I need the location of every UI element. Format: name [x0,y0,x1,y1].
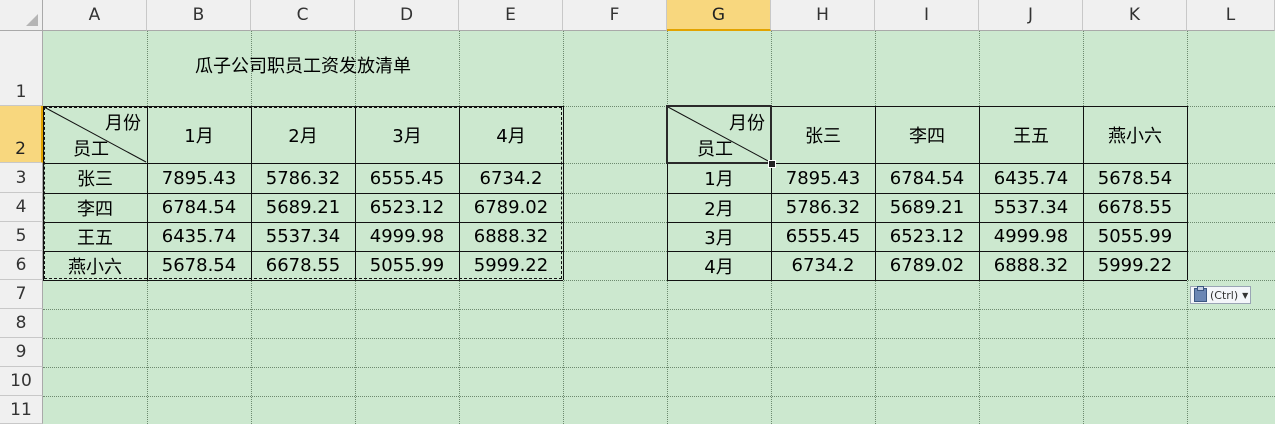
clipboard-icon [1194,286,1207,302]
row-header-2[interactable]: 2 [0,106,43,163]
dropdown-arrow-icon: ▼ [1242,290,1249,300]
column-header-b[interactable]: B [147,0,251,31]
table-border [667,222,1187,223]
right-table-value-cell[interactable]: 6678.55 [1083,193,1187,222]
right-table-value-cell[interactable]: 4999.98 [979,222,1083,251]
table-border [875,106,876,280]
column-header-l[interactable]: L [1187,0,1275,31]
right-table-col-header[interactable]: 燕小六 [1083,106,1187,163]
right-table-col-header[interactable]: 王五 [979,106,1083,163]
column-header-j[interactable]: J [979,0,1083,31]
right-table-value-cell[interactable]: 5678.54 [1083,163,1187,193]
table-border [1187,106,1188,280]
right-table-value-cell[interactable]: 6734.2 [771,251,875,280]
right-table-col-header[interactable]: 李四 [875,106,979,163]
right-table-value-cell[interactable]: 5786.32 [771,193,875,222]
corner-triangle-icon [26,14,38,26]
right-table-value-cell[interactable]: 7895.43 [771,163,875,193]
column-header-a[interactable]: A [43,0,147,31]
column-header-i[interactable]: I [875,0,979,31]
right-table-value-cell[interactable]: 6435.74 [979,163,1083,193]
row-header-6[interactable]: 6 [0,251,43,280]
row-header-8[interactable]: 8 [0,309,43,338]
row-header-4[interactable]: 4 [0,193,43,222]
gridline-horizontal [43,396,1275,397]
right-table-col-header[interactable]: 张三 [771,106,875,163]
right-table-row-header[interactable]: 2月 [667,193,771,222]
right-table-row-header[interactable]: 1月 [667,163,771,193]
row-header-3[interactable]: 3 [0,163,43,193]
spreadsheet[interactable]: A B C D E F G H I J K L 1 2 3 4 5 6 7 8 9 10 11 瓜子公司职员工资发放清单 月份… [0,0,1275,424]
row-header-10[interactable]: 10 [0,367,43,396]
active-cell-g2 [666,105,772,164]
column-header-g[interactable]: G [667,0,771,31]
table-border [43,280,563,281]
column-header-f[interactable]: F [563,0,667,31]
right-table-value-cell[interactable]: 5537.34 [979,193,1083,222]
table-border [1083,106,1084,280]
row-header-9[interactable]: 9 [0,338,43,367]
column-header-k[interactable]: K [1083,0,1187,31]
right-table-value-cell[interactable]: 6555.45 [771,222,875,251]
table-border [667,193,1187,194]
table-border [563,106,564,280]
right-table-value-cell[interactable]: 5999.22 [1083,251,1187,280]
row-header-11[interactable]: 11 [0,396,43,424]
right-table-value-cell[interactable]: 6888.32 [979,251,1083,280]
row-header-7[interactable]: 7 [0,280,43,309]
column-header-c[interactable]: C [251,0,355,31]
table-border [667,280,1187,281]
paste-options-label: (Ctrl) [1210,288,1239,302]
gridline-horizontal [43,338,1275,339]
column-header-d[interactable]: D [355,0,459,31]
right-table-value-cell[interactable]: 6523.12 [875,222,979,251]
right-table-value-cell[interactable]: 5055.99 [1083,222,1187,251]
paste-options-button[interactable]: (Ctrl) ▼ [1190,286,1251,304]
column-header-e[interactable]: E [459,0,563,31]
gridline-horizontal [43,309,1275,310]
gridline-horizontal [43,367,1275,368]
row-header-1[interactable]: 1 [0,31,43,106]
right-table-row-header[interactable]: 3月 [667,222,771,251]
select-all-corner[interactable] [0,0,43,31]
column-header-h[interactable]: H [771,0,875,31]
right-table-value-cell[interactable]: 6789.02 [875,251,979,280]
right-table-row-header[interactable]: 4月 [667,251,771,280]
right-table-value-cell[interactable]: 5689.21 [875,193,979,222]
table-border [667,251,1187,252]
right-table-value-cell[interactable]: 6784.54 [875,163,979,193]
copy-range-outline [44,107,562,279]
row-header-5[interactable]: 5 [0,222,43,251]
sheet-title[interactable]: 瓜子公司职员工资发放清单 [43,31,563,98]
table-border [979,106,980,280]
fill-handle[interactable] [768,160,776,168]
